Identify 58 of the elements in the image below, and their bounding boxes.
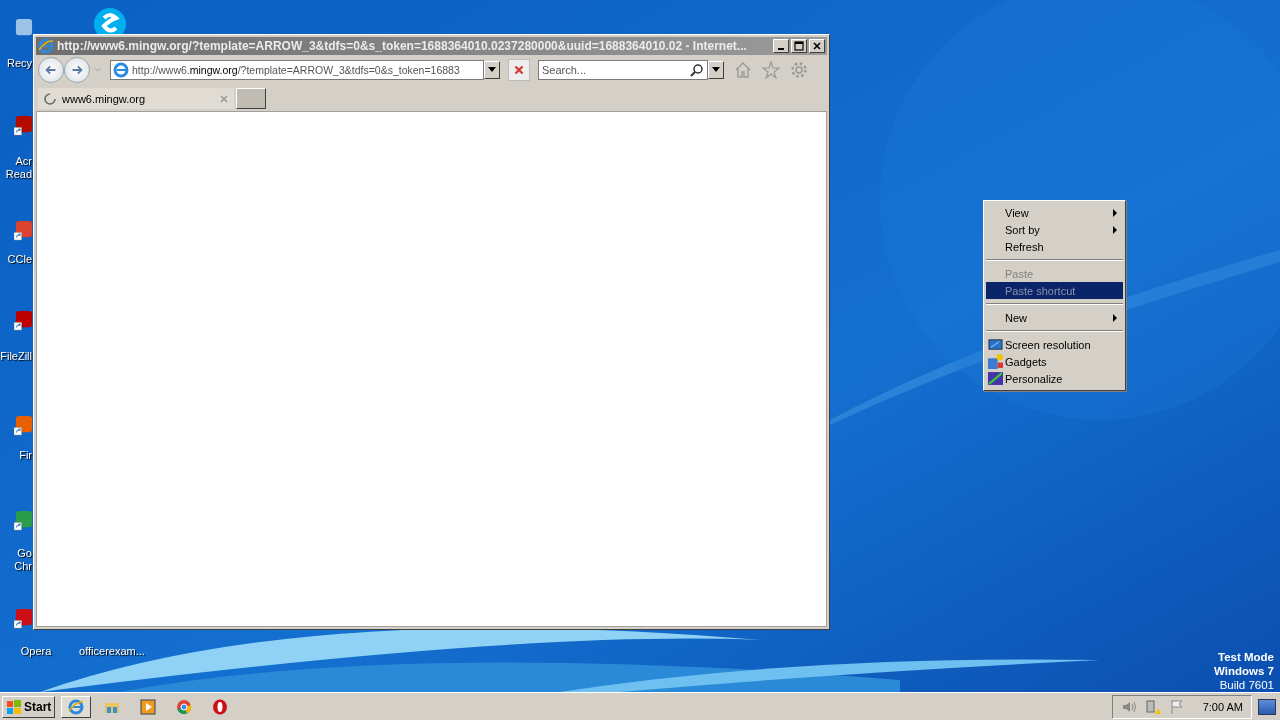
- icon-label: CCle: [7, 253, 32, 266]
- search-icon[interactable]: [690, 63, 704, 77]
- caret-icon: [712, 67, 720, 73]
- icon-label: officerexam...: [79, 645, 145, 658]
- menu-item[interactable]: Screen resolution: [986, 336, 1123, 353]
- globe-e-icon: [68, 698, 85, 715]
- icon-label: Read: [5, 168, 32, 181]
- show-desktop-button[interactable]: [1258, 698, 1276, 715]
- stop-button[interactable]: [508, 59, 530, 81]
- minimize-button[interactable]: [773, 39, 789, 53]
- gadget-icon: [988, 354, 1003, 369]
- menu-item[interactable]: Sort by: [986, 221, 1123, 238]
- globe-e-icon: [38, 38, 54, 54]
- caret-icon: [488, 67, 496, 73]
- menu-item[interactable]: View: [986, 204, 1123, 221]
- icon-label: Recy: [6, 57, 32, 70]
- menu-item[interactable]: Gadgets: [986, 353, 1123, 370]
- minimize-icon: [778, 48, 784, 50]
- menu-item[interactable]: New: [986, 309, 1123, 326]
- maximize-button[interactable]: [791, 39, 807, 53]
- search-field[interactable]: Search...: [538, 60, 708, 80]
- icon-label: Go: [17, 547, 32, 560]
- back-button[interactable]: [38, 57, 64, 83]
- star-icon[interactable]: [762, 61, 780, 79]
- maximize-icon: [794, 41, 804, 51]
- palette-icon: [988, 371, 1003, 386]
- forward-button[interactable]: [64, 57, 90, 83]
- window-title: http://www6.mingw.org/?template=ARROW_3&tdfs=0&s_token=1688364010.0237280000&uuid=1688364010.02 - Internet...: [57, 39, 748, 53]
- icon-label: Acr: [15, 155, 32, 168]
- dropdown-button[interactable]: [484, 61, 500, 79]
- dropdown-button[interactable]: [708, 61, 724, 79]
- icon-label: Opera: [20, 645, 52, 658]
- icon-label: FileZill: [0, 350, 32, 363]
- media-player-icon: [140, 698, 157, 715]
- browser-tab[interactable]: www6.mingw.org: [38, 88, 234, 109]
- close-button[interactable]: [809, 39, 825, 53]
- menu-item[interactable]: Personalize: [986, 370, 1123, 387]
- loading-icon: [44, 92, 56, 105]
- close-icon: [513, 64, 525, 76]
- icon-label: Chr: [14, 560, 32, 573]
- address-bar[interactable]: http://www6.mingw.org/?template=ARROW_3&tdfs=0&s_token=16883: [110, 60, 484, 80]
- monitor-icon: [988, 337, 1003, 352]
- clock[interactable]: 7:00 AM: [1202, 700, 1243, 713]
- watermark-text: Build 7601: [1219, 678, 1274, 692]
- watermark-text: Test Mode: [1218, 650, 1274, 664]
- opera-icon: [212, 698, 229, 715]
- start-button[interactable]: Start: [2, 695, 56, 718]
- taskbar-app-button[interactable]: [61, 695, 92, 718]
- windows-logo-icon: [6, 698, 22, 715]
- submenu-arrow-icon: [1113, 313, 1117, 322]
- globe-e-icon: [113, 62, 129, 78]
- chrome-icon: [176, 698, 193, 715]
- close-icon: [812, 41, 822, 51]
- menu-item[interactable]: Refresh: [986, 238, 1123, 255]
- flag-icon[interactable]: [1168, 698, 1185, 715]
- new-tab-button[interactable]: [236, 88, 266, 109]
- watermark-text: Windows 7: [1214, 664, 1274, 678]
- icon-label: Fir: [19, 449, 32, 462]
